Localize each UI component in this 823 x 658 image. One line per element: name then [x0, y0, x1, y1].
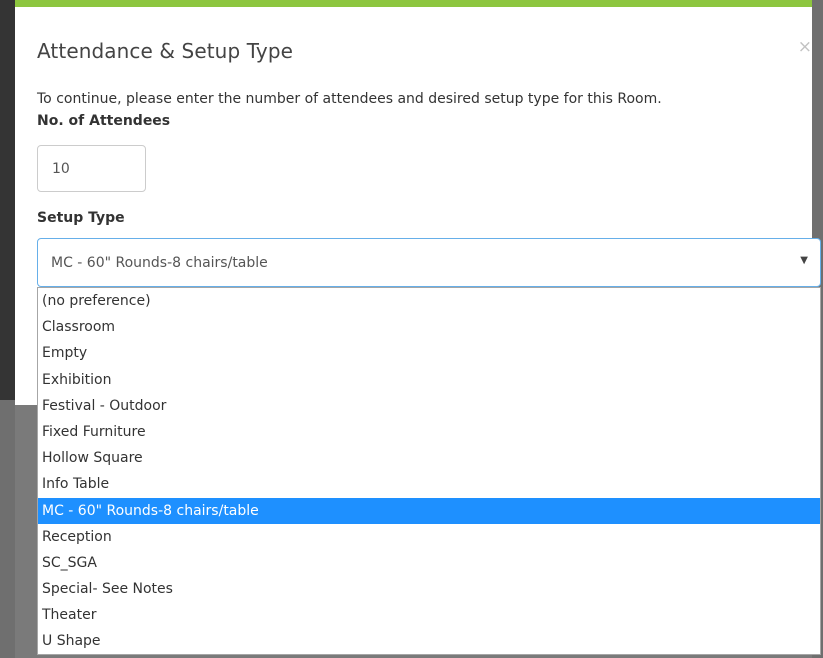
setup-option[interactable]: Classroom — [38, 314, 820, 340]
setup-type-select[interactable]: MC - 60" Rounds-8 chairs/table ▼ — [37, 238, 821, 287]
modal-instructions: To continue, please enter the number of … — [37, 91, 662, 107]
close-icon[interactable]: × — [798, 39, 812, 56]
chevron-down-icon: ▼ — [800, 255, 808, 266]
setup-type-dropdown: (no preference) Classroom Empty Exhibition F… — [37, 287, 821, 655]
setup-type-selected-value: MC - 60" Rounds-8 chairs/table — [51, 255, 268, 271]
backdrop-left-lower-strip — [0, 400, 15, 658]
setup-option[interactable]: Fixed Furniture — [38, 419, 820, 445]
setup-option[interactable]: SC_SGA — [38, 550, 820, 576]
setup-option[interactable]: Exhibition — [38, 367, 820, 393]
setup-type-label: Setup Type — [37, 210, 125, 226]
setup-option[interactable]: U Shape — [38, 628, 820, 654]
setup-option[interactable]: Reception — [38, 524, 820, 550]
setup-option[interactable]: Hollow Square — [38, 445, 820, 471]
setup-option[interactable]: (no preference) — [38, 288, 820, 314]
setup-option[interactable]: Empty — [38, 340, 820, 366]
attendees-input[interactable] — [37, 145, 146, 192]
setup-option[interactable]: Special- See Notes — [38, 576, 820, 602]
modal-title: Attendance & Setup Type — [37, 39, 294, 63]
setup-option[interactable]: Theater — [38, 602, 820, 628]
setup-option[interactable]: Festival - Outdoor — [38, 393, 820, 419]
attendees-label: No. of Attendees — [37, 113, 171, 129]
setup-option[interactable]: MC - 60" Rounds-8 chairs/table — [38, 497, 820, 524]
setup-option[interactable]: Info Table — [38, 471, 820, 497]
